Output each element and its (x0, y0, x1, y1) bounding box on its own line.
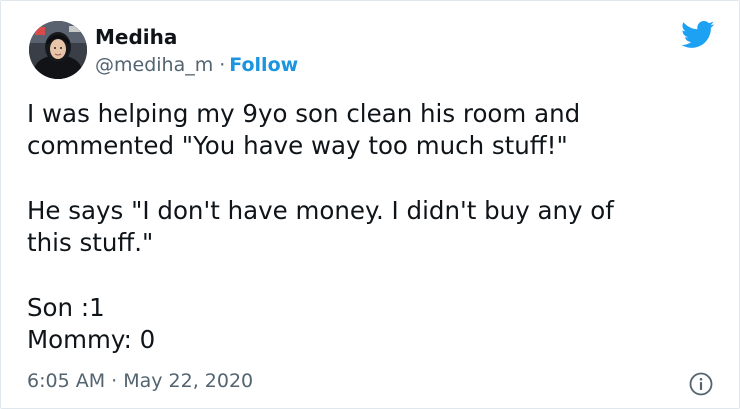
tweet-timestamp[interactable]: 6:05 AM · May 22, 2020 (27, 370, 253, 392)
tweet-paragraph: He says "I don't have money. I didn't bu… (27, 195, 717, 259)
tweet-text-line: He says "I don't have money. I didn't bu… (27, 196, 614, 225)
tweet-text-line: I was helping my 9yo son clean his room … (27, 99, 581, 128)
tweet-paragraph: I was helping my 9yo son clean his room … (27, 98, 717, 162)
tweet-card: Mediha @mediha_m · Follow I was helping my… (0, 0, 740, 409)
tweet-text: I was helping my 9yo son clean his room … (27, 98, 717, 356)
author-handle[interactable]: @mediha_m (95, 54, 213, 76)
info-icon[interactable] (688, 371, 714, 397)
author-display-name[interactable]: Mediha (95, 25, 177, 49)
handle-separator: · (219, 54, 226, 76)
tweet-text-line: this stuff." (27, 228, 154, 257)
follow-button[interactable]: Follow (229, 54, 298, 76)
profile-photo-icon[interactable] (29, 21, 87, 79)
tweet-text-line: commented "You have way too much stuff!" (27, 131, 568, 160)
tweet-text-line: Mommy: 0 (27, 325, 156, 354)
tweet-paragraph: Son :1 Mommy: 0 (27, 292, 717, 356)
twitter-bird-icon[interactable] (681, 21, 715, 49)
tweet-text-line: Son :1 (27, 293, 105, 322)
author-handle-row: @mediha_m · Follow (95, 54, 298, 76)
